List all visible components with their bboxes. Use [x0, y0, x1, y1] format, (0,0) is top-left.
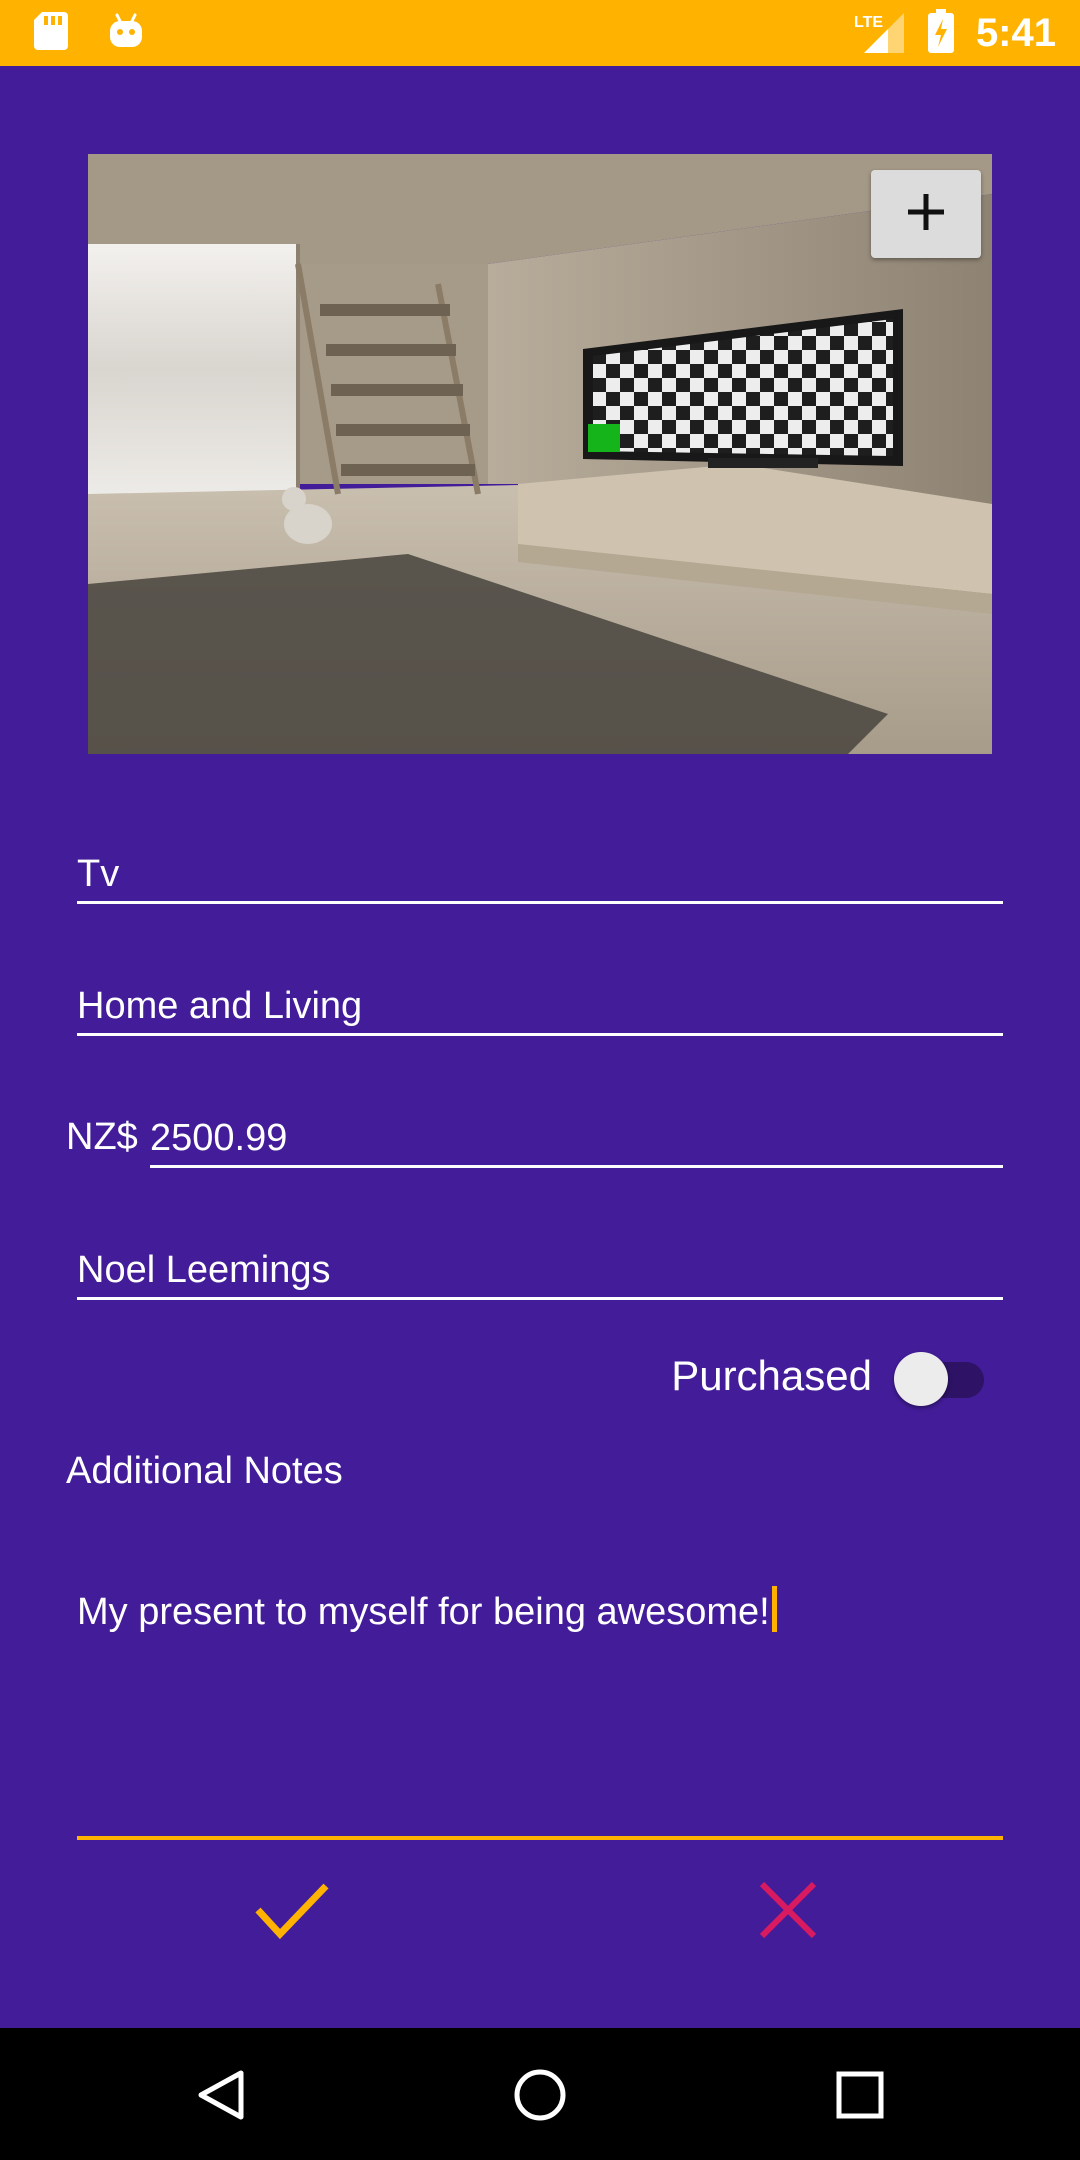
close-icon — [758, 1880, 818, 1945]
notes-value: My present to myself for being awesome! — [77, 1591, 770, 1633]
check-icon — [254, 1880, 330, 1945]
currency-label: NZ$ — [66, 1116, 138, 1158]
nav-recents-button[interactable] — [815, 2052, 905, 2142]
recents-icon — [834, 2069, 886, 2126]
cancel-button[interactable] — [728, 1852, 848, 1972]
price-field[interactable]: 2500.99 — [150, 1102, 1003, 1168]
store-field[interactable]: Noel Leemings — [77, 1234, 1003, 1300]
category-value: Home and Living — [77, 985, 363, 1027]
living-room-photo — [88, 154, 992, 754]
item-name-value: Tv — [77, 853, 120, 895]
confirm-button[interactable] — [232, 1852, 352, 1972]
notes-input[interactable]: My present to myself for being awesome! — [77, 1586, 1003, 1840]
nav-home-button[interactable] — [495, 2052, 585, 2142]
purchased-switch[interactable] — [894, 1348, 984, 1406]
item-name-field[interactable]: Tv — [77, 838, 1003, 904]
plus-icon — [904, 190, 948, 239]
lte-signal-icon: LTE — [854, 9, 906, 58]
sd-card-icon — [34, 11, 68, 55]
purchased-label: Purchased — [671, 1352, 872, 1399]
add-photo-button[interactable] — [871, 170, 981, 258]
android-icon — [108, 13, 144, 54]
nav-back-button[interactable] — [176, 2052, 266, 2142]
status-time: 5:41 — [975, 10, 1056, 55]
svg-text:LTE: LTE — [854, 14, 883, 31]
notes-heading: Additional Notes — [66, 1450, 343, 1492]
edit-item-screen: Tv Home and Living NZ$ 2500.99 Noel Leem… — [0, 66, 1080, 2028]
switch-thumb — [894, 1352, 948, 1406]
category-field[interactable]: Home and Living — [77, 970, 1003, 1036]
price-value: 2500.99 — [150, 1117, 288, 1159]
status-bar: LTE 5:41 — [0, 0, 1080, 66]
purchased-row: Purchased — [671, 1348, 984, 1406]
text-cursor — [771, 1586, 777, 1632]
navigation-bar — [0, 2028, 1080, 2160]
back-icon — [193, 2067, 249, 2128]
battery-charging-icon — [927, 8, 954, 58]
item-photo[interactable] — [88, 154, 992, 754]
store-value: Noel Leemings — [77, 1249, 331, 1291]
home-icon — [512, 2067, 568, 2128]
